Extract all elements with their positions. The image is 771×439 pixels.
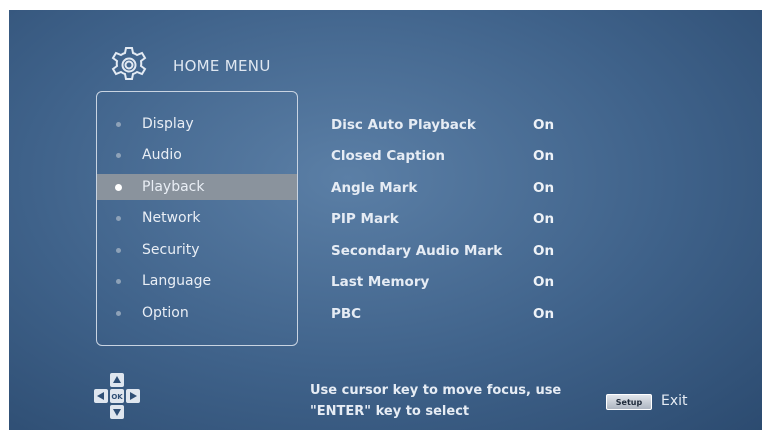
menu-item-network[interactable]: Network [97,205,297,231]
menu-item-label: Playback [142,179,205,195]
setting-pbc[interactable]: PBC On [331,302,554,326]
setting-closed-caption[interactable]: Closed Caption On [331,144,554,168]
setting-value: On [533,274,555,290]
setting-value: On [533,117,555,133]
setting-value: On [533,148,555,164]
menu-item-language[interactable]: Language [97,268,297,294]
menu-item-security[interactable]: Security [97,237,297,263]
menu-item-playback[interactable]: Playback [97,174,297,200]
setting-last-memory[interactable]: Last Memory On [331,270,554,294]
menu-item-label: Option [142,305,189,321]
menu-header: HOME MENU [107,44,271,88]
help-line-1: Use cursor key to move focus, use [310,383,562,398]
setting-label: Angle Mark [331,180,418,196]
gear-icon [111,47,147,80]
help-text: Use cursor key to move focus, use "ENTER… [310,380,561,422]
bullet-icon [115,183,122,191]
bullet-icon [116,215,121,221]
menu-item-label: Network [142,210,201,226]
setup-key-icon[interactable]: Setup [606,394,652,410]
setting-disc-auto-playback[interactable]: Disc Auto Playback On [331,113,554,137]
menu-item-option[interactable]: Option [97,300,297,326]
setting-secondary-audio-mark[interactable]: Secondary Audio Mark On [331,239,554,263]
setting-pip-mark[interactable]: PIP Mark On [331,207,554,231]
menu-item-label: Display [142,116,194,132]
setting-angle-mark[interactable]: Angle Mark On [331,176,554,200]
help-line-2: "ENTER" key to select [310,404,470,419]
setting-label: PIP Mark [331,211,399,227]
setting-value: On [533,211,555,227]
menu-item-label: Audio [142,147,182,163]
setting-label: Last Memory [331,274,430,290]
setting-label: Closed Caption [331,148,446,164]
home-menu-screen: HOME MENU Display Audio Playback Network… [9,10,762,430]
setting-label: Secondary Audio Mark [331,243,503,259]
bullet-icon [116,247,121,253]
bullet-icon [116,310,121,316]
setting-label: Disc Auto Playback [331,117,476,133]
bullet-icon [116,152,121,158]
bullet-icon [116,121,121,127]
setting-value: On [533,243,555,259]
setting-value: On [533,306,555,322]
category-menu: Display Audio Playback Network Security … [96,91,298,346]
page-title: HOME MENU [173,57,271,75]
menu-item-label: Language [142,273,212,289]
menu-item-audio[interactable]: Audio [97,142,297,168]
exit-label[interactable]: Exit [661,393,688,409]
setting-label: PBC [331,306,362,322]
setting-value: On [533,180,555,196]
dpad-icon: OK [94,373,140,419]
dpad-ok-label: OK [111,393,123,401]
menu-item-display[interactable]: Display [97,111,297,137]
bullet-icon [116,278,121,284]
menu-item-label: Security [142,242,200,258]
